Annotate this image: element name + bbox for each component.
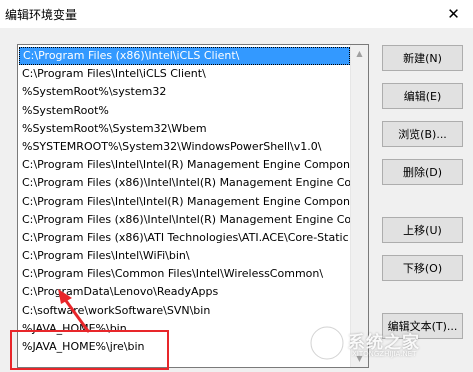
window-title: 编辑环境变量 <box>5 8 78 22</box>
new-button[interactable]: 新建(N) <box>382 45 463 71</box>
path-list[interactable]: C:\Program Files (x86)\Intel\iCLS Client… <box>17 44 369 368</box>
close-icon[interactable]: ✕ <box>434 0 473 28</box>
browse-button[interactable]: 浏览(B)... <box>382 121 463 147</box>
title-bar: 编辑环境变量 ✕ <box>0 0 473 28</box>
path-list-item[interactable]: %SystemRoot% <box>18 102 351 120</box>
path-list-item[interactable]: %SYSTEMROOT%\System32\WindowsPowerShell\… <box>18 138 351 156</box>
path-list-item[interactable]: C:\Program Files (x86)\Intel\Intel(R) Ma… <box>18 174 351 192</box>
vertical-scrollbar[interactable]: ▲ ▼ <box>350 45 368 367</box>
edit-button[interactable]: 编辑(E) <box>382 83 463 109</box>
path-list-item[interactable]: C:\Program Files\Intel\iCLS Client\ <box>18 65 351 83</box>
scroll-down-icon[interactable]: ▼ <box>351 350 368 367</box>
dialog-body: C:\Program Files (x86)\Intel\iCLS Client… <box>0 28 473 372</box>
path-list-rows: C:\Program Files (x86)\Intel\iCLS Client… <box>18 47 351 356</box>
path-list-item[interactable]: C:\Program Files (x86)\ATI Technologies\… <box>18 229 351 247</box>
path-list-item[interactable]: C:\Program Files (x86)\Intel\Intel(R) Ma… <box>18 211 351 229</box>
move-up-button[interactable]: 上移(U) <box>382 217 463 243</box>
path-list-item[interactable]: C:\Program Files\Intel\WiFi\bin\ <box>18 247 351 265</box>
edit-text-button[interactable]: 编辑文本(T)... <box>382 313 463 339</box>
path-list-item[interactable]: C:\Program Files\Common Files\Intel\Wire… <box>18 265 351 283</box>
path-list-item[interactable]: C:\Program Files (x86)\Intel\iCLS Client… <box>19 47 350 66</box>
path-list-item[interactable]: C:\ProgramData\Lenovo\ReadyApps <box>18 283 351 301</box>
path-list-item[interactable]: %SystemRoot%\System32\Wbem <box>18 120 351 138</box>
path-list-item[interactable]: %JAVA_HOME%\jre\bin <box>18 338 351 356</box>
delete-button[interactable]: 删除(D) <box>382 159 463 185</box>
path-list-item[interactable]: C:\Program Files\Intel\Intel(R) Manageme… <box>18 193 351 211</box>
move-down-button[interactable]: 下移(O) <box>382 255 463 281</box>
path-list-item[interactable]: %JAVA_HOME%\bin <box>18 320 351 338</box>
path-list-item[interactable]: %SystemRoot%\system32 <box>18 83 351 101</box>
path-list-item[interactable]: C:\software\workSoftware\SVN\bin <box>18 302 351 320</box>
scroll-up-icon[interactable]: ▲ <box>351 45 368 62</box>
path-list-item[interactable]: C:\Program Files\Intel\Intel(R) Manageme… <box>18 156 351 174</box>
